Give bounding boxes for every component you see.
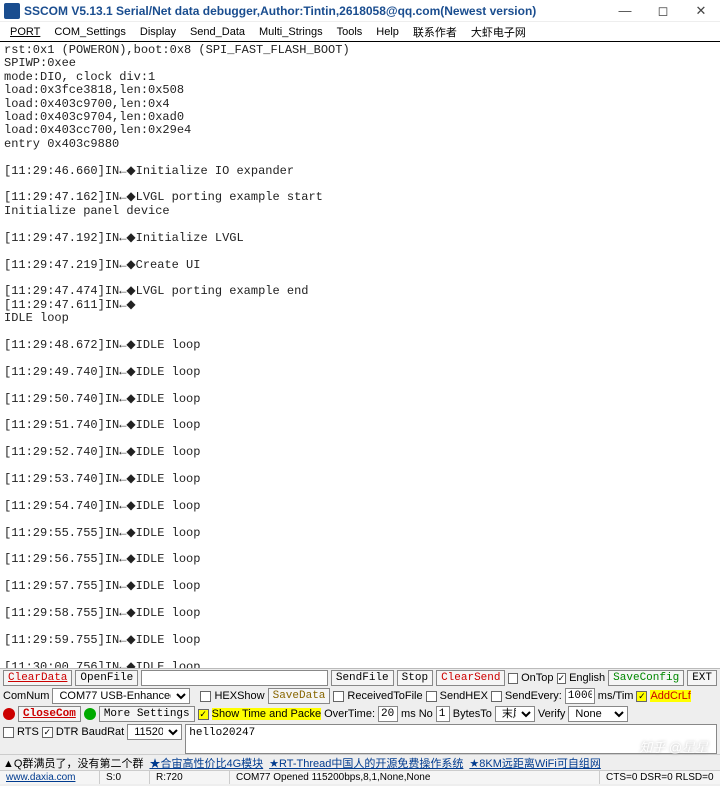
show-time-checkbox[interactable]	[198, 709, 209, 720]
app-icon	[4, 3, 20, 19]
english-checkbox[interactable]	[557, 673, 567, 684]
received-to-file-label: ReceivedToFile	[347, 690, 422, 702]
promo-c[interactable]: ★RT-Thread中国人的开源免费操作系统	[269, 755, 463, 771]
no-input[interactable]	[436, 706, 450, 722]
status-com: COM77 Opened 115200bps,8,1,None,None	[230, 771, 600, 784]
menubar: PORT COM_Settings Display Send_Data Mult…	[0, 22, 720, 41]
close-com-button[interactable]: CloseCom	[18, 706, 81, 722]
menu-help[interactable]: Help	[370, 26, 405, 38]
status-cts: CTS=0 DSR=0 RLSD=0	[600, 771, 720, 784]
sendevery-checkbox[interactable]	[491, 691, 502, 702]
status-url[interactable]: www.daxia.com	[6, 772, 75, 783]
maximize-button[interactable]: ◻	[644, 0, 682, 22]
file-path-input[interactable]	[141, 670, 328, 686]
sendevery-unit: ms/Tim	[598, 690, 634, 702]
clear-send-button[interactable]: ClearSend	[436, 670, 505, 686]
baudrate-select[interactable]: 115200	[127, 724, 182, 740]
terminal-output[interactable]: rst:0x1 (POWERON),boot:0x8 (SPI_FAST_FLA…	[0, 41, 720, 668]
bytesto-label: BytesTo	[453, 708, 492, 720]
ontop-label: OnTop	[521, 672, 553, 684]
close-button[interactable]: ✕	[682, 0, 720, 22]
promo-bar: ▲Q群满员了，没有第二个群 ★合宙高性价比4G模块 ★RT-Thread中国人的…	[0, 754, 720, 770]
ext-button[interactable]: EXT	[687, 670, 717, 686]
ontop-checkbox[interactable]	[508, 673, 518, 684]
overtime-label: OverTime:	[324, 708, 375, 720]
menu-tools[interactable]: Tools	[331, 26, 369, 38]
menu-display[interactable]: Display	[134, 26, 182, 38]
save-config-button[interactable]: SaveConfig	[608, 670, 684, 686]
sendevery-label: SendEvery:	[505, 690, 562, 702]
received-to-file-checkbox[interactable]	[333, 691, 344, 702]
verify-label: Verify	[538, 708, 566, 720]
bytesto-select[interactable]: 末尾	[495, 706, 535, 722]
promo-b[interactable]: ★合宙高性价比4G模块	[149, 755, 263, 771]
promo-a: ▲Q群满员了，没有第二个群	[3, 755, 143, 771]
addcrlf-checkbox[interactable]	[636, 691, 647, 702]
addcrlf-label: AddCrLf	[650, 690, 690, 702]
menu-port[interactable]: PORT	[4, 26, 46, 38]
menu-com-settings[interactable]: COM_Settings	[48, 26, 132, 38]
overtime-input[interactable]	[378, 706, 398, 722]
status-r: R:720	[150, 771, 230, 784]
promo-d[interactable]: ★8KM远距离WiFi可自组网	[469, 755, 600, 771]
hexshow-checkbox[interactable]	[200, 691, 211, 702]
sendhex-checkbox[interactable]	[426, 691, 437, 702]
show-time-label: Show Time and Packe	[212, 708, 321, 720]
rts-checkbox[interactable]	[3, 727, 14, 738]
menu-daxia[interactable]: 大虾电子网	[465, 24, 532, 40]
send-textarea[interactable]: hello20247	[185, 724, 717, 754]
overtime-unit: ms	[401, 708, 416, 720]
rts-label: RTS	[17, 726, 39, 738]
status-bar: www.daxia.com S:0 R:720 COM77 Opened 115…	[0, 770, 720, 784]
watermark: 知乎 @星星	[639, 737, 708, 756]
dtr-checkbox[interactable]	[42, 727, 53, 738]
refresh-icon[interactable]	[84, 708, 96, 720]
no-label: No	[419, 708, 433, 720]
comnum-label: ComNum	[3, 690, 49, 702]
save-data-button[interactable]: SaveData	[268, 688, 331, 704]
menu-send-data[interactable]: Send_Data	[184, 26, 251, 38]
send-file-button[interactable]: SendFile	[331, 670, 394, 686]
more-settings-button[interactable]: More Settings	[99, 706, 195, 722]
sendevery-input[interactable]	[565, 688, 595, 704]
stop-button[interactable]: Stop	[397, 670, 433, 686]
status-s: S:0	[100, 771, 150, 784]
titlebar: SSCOM V5.13.1 Serial/Net data debugger,A…	[0, 0, 720, 22]
open-file-button[interactable]: OpenFile	[75, 670, 138, 686]
menu-contact[interactable]: 联系作者	[407, 24, 463, 40]
window-title: SSCOM V5.13.1 Serial/Net data debugger,A…	[24, 4, 606, 18]
dtr-label: DTR	[56, 726, 79, 738]
minimize-button[interactable]: —	[606, 0, 644, 22]
clear-data-button[interactable]: ClearData	[3, 670, 72, 686]
sendhex-label: SendHEX	[440, 690, 488, 702]
hexshow-label: HEXShow	[214, 690, 264, 702]
comnum-select[interactable]: COM77 USB-Enhanced-SERIAL	[52, 688, 190, 704]
english-label: English	[569, 672, 605, 684]
verify-select[interactable]: None	[568, 706, 628, 722]
port-status-icon	[3, 708, 15, 720]
baudrate-label: BaudRat	[81, 726, 124, 738]
menu-multi-strings[interactable]: Multi_Strings	[253, 26, 329, 38]
